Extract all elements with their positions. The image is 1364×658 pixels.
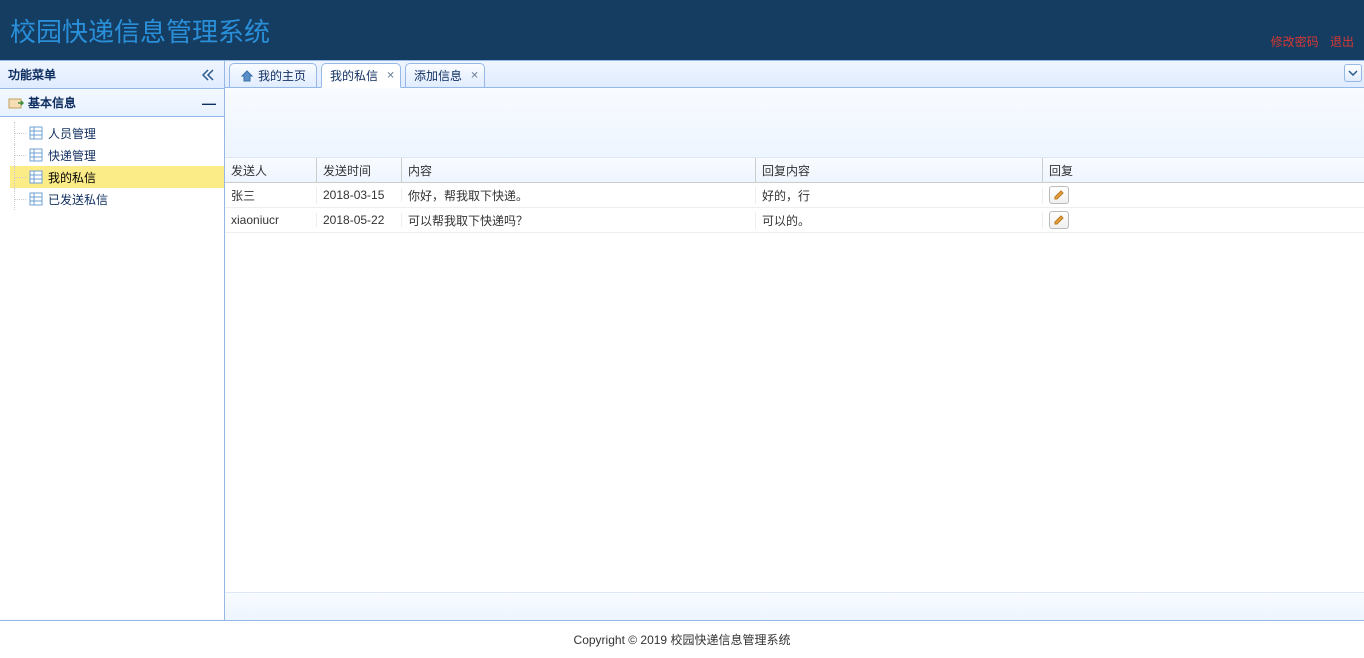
grid-header-row: 发送人 发送时间 内容 回复内容 回复 [225, 158, 1364, 183]
tab-add-info[interactable]: 添加信息 ✕ [405, 63, 485, 87]
tab-label: 添加信息 [414, 67, 462, 84]
page-footer: Copyright © 2019 校园快递信息管理系统 [0, 620, 1364, 657]
reply-button[interactable] [1049, 211, 1069, 229]
chevron-down-icon [1348, 70, 1358, 76]
grid-icon [28, 147, 44, 163]
cell-sender: xiaoniucr [225, 213, 317, 227]
tab-content: 发送人 发送时间 内容 回复内容 回复 张三 2018-03-15 你好，帮我取… [225, 88, 1364, 620]
tab-home[interactable]: 我的主页 [229, 63, 317, 87]
toolbar-area [225, 88, 1364, 158]
copyright-text: Copyright © 2019 校园快递信息管理系统 [574, 631, 791, 648]
table-row[interactable]: xiaoniucr 2018-05-22 可以帮我取下快递吗？ 可以的。 [225, 208, 1364, 233]
sidebar-item-personnel[interactable]: 人员管理 [10, 122, 224, 144]
header-links: 修改密码 退出 [1263, 33, 1354, 60]
home-icon [240, 69, 254, 83]
tabs-bar: 我的主页 我的私信 ✕ 添加信息 ✕ [225, 61, 1364, 88]
tab-my-messages[interactable]: 我的私信 ✕ [321, 63, 401, 88]
table-row[interactable]: 张三 2018-03-15 你好，帮我取下快递。 好的，行 [225, 183, 1364, 208]
sidebar-item-express[interactable]: 快递管理 [10, 144, 224, 166]
cell-send-time: 2018-05-22 [317, 213, 402, 227]
grid-icon [28, 191, 44, 207]
cell-reply [1043, 211, 1364, 229]
reply-button[interactable] [1049, 186, 1069, 204]
cell-sender: 张三 [225, 187, 317, 204]
grid-icon [28, 125, 44, 141]
logout-link[interactable]: 退出 [1330, 35, 1354, 49]
sidebar-title: 功能菜单 [8, 66, 56, 83]
nav-tree: 人员管理 快递管理 我的私信 已发送私信 [0, 117, 224, 215]
sidebar-item-label: 快递管理 [48, 147, 96, 164]
sidebar-item-my-messages[interactable]: 我的私信 [10, 166, 224, 188]
main-content: 我的主页 我的私信 ✕ 添加信息 ✕ 发送人 发送时间 内容 回复内容 [225, 61, 1364, 620]
tab-menu-button[interactable] [1344, 64, 1362, 82]
folder-arrow-icon [8, 95, 24, 111]
accordion-title: 基本信息 [28, 94, 76, 111]
pencil-icon [1053, 189, 1065, 201]
sidebar-item-label: 已发送私信 [48, 191, 108, 208]
tab-label: 我的私信 [330, 67, 378, 84]
pencil-icon [1053, 214, 1065, 226]
column-header-content[interactable]: 内容 [402, 158, 756, 182]
sidebar-item-label: 我的私信 [48, 169, 96, 186]
cell-content: 你好，帮我取下快递。 [402, 187, 756, 204]
cell-reply-content: 好的，行 [756, 187, 1043, 204]
cell-reply-content: 可以的。 [756, 212, 1043, 229]
column-header-reply-content[interactable]: 回复内容 [756, 158, 1043, 182]
collapse-sidebar-icon[interactable] [200, 67, 216, 83]
tab-label: 我的主页 [258, 67, 306, 84]
accordion-header-basic-info[interactable]: 基本信息 — [0, 89, 224, 117]
grid-body: 张三 2018-03-15 你好，帮我取下快递。 好的，行 xiaoniucr … [225, 183, 1364, 592]
app-header: 校园快递信息管理系统 修改密码 退出 [0, 0, 1364, 60]
grid-icon [28, 169, 44, 185]
collapse-group-icon[interactable]: — [202, 95, 216, 111]
column-header-reply[interactable]: 回复 [1043, 158, 1364, 182]
sidebar-item-label: 人员管理 [48, 125, 96, 142]
close-icon[interactable]: ✕ [469, 70, 480, 81]
app-title: 校园快递信息管理系统 [10, 12, 270, 49]
sidebar: 功能菜单 基本信息 — 人员管理 快递管理 [0, 61, 225, 620]
sidebar-header: 功能菜单 [0, 61, 224, 89]
column-header-sender[interactable]: 发送人 [225, 158, 317, 182]
change-password-link[interactable]: 修改密码 [1271, 35, 1319, 49]
sidebar-item-sent-messages[interactable]: 已发送私信 [10, 188, 224, 210]
close-icon[interactable]: ✕ [385, 70, 396, 81]
grid-footer [225, 592, 1364, 620]
cell-content: 可以帮我取下快递吗？ [402, 212, 756, 229]
column-header-send-time[interactable]: 发送时间 [317, 158, 402, 182]
cell-send-time: 2018-03-15 [317, 188, 402, 202]
cell-reply [1043, 186, 1364, 204]
